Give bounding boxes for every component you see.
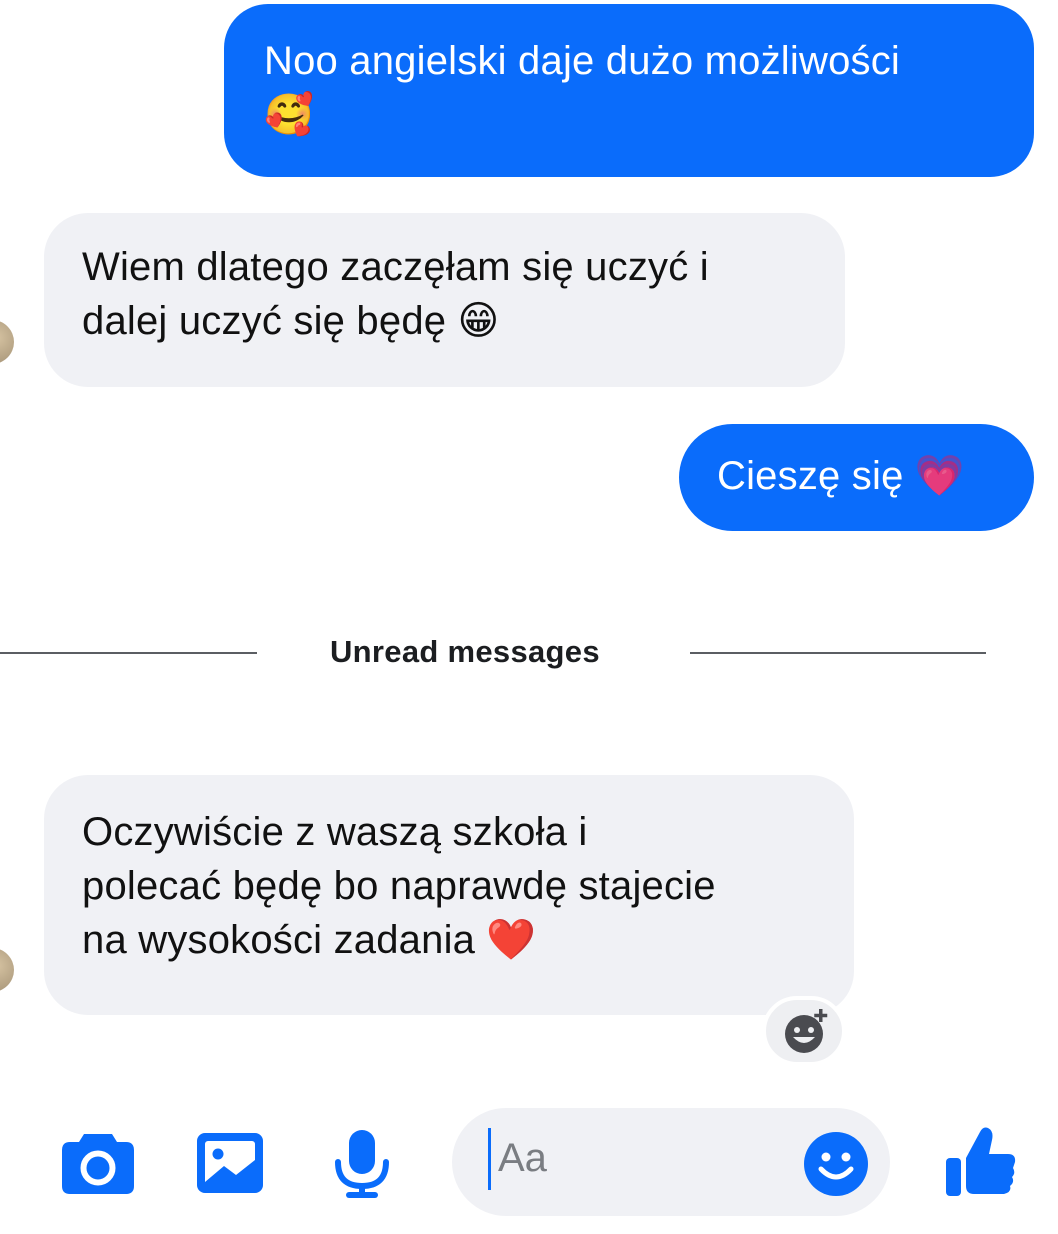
message-text: dalej uczyć się będę 😁 bbox=[82, 299, 500, 343]
add-reaction-icon bbox=[785, 1009, 828, 1053]
like-button[interactable] bbox=[944, 1124, 1018, 1205]
message-bubble-outgoing[interactable]: Noo angielski daje dużo możliwości 🥰 bbox=[224, 4, 1034, 177]
gallery-button[interactable] bbox=[194, 1130, 266, 1201]
avatar[interactable] bbox=[0, 320, 14, 364]
emoji-button[interactable] bbox=[802, 1130, 870, 1203]
message-text: polecać będę bo naprawdę stajecie bbox=[82, 864, 716, 908]
text-caret bbox=[488, 1128, 491, 1190]
smiley-icon bbox=[804, 1132, 868, 1196]
divider-line bbox=[0, 652, 257, 654]
thumbs-up-icon bbox=[946, 1127, 1016, 1196]
camera-button[interactable] bbox=[60, 1130, 136, 1201]
message-text: Cieszę się 💗 bbox=[717, 454, 965, 498]
message-text: na wysokości zadania ❤️ bbox=[82, 918, 537, 962]
message-input-placeholder: Aa bbox=[498, 1136, 547, 1180]
message-text: Wiem dlatego zaczęłam się uczyć i bbox=[82, 245, 709, 289]
message-bubble-incoming[interactable]: Wiem dlatego zaczęłam się uczyć i dalej … bbox=[44, 213, 845, 387]
microphone-button[interactable] bbox=[330, 1128, 394, 1205]
microphone-icon bbox=[335, 1130, 389, 1198]
image-icon bbox=[197, 1133, 263, 1193]
camera-icon bbox=[62, 1134, 134, 1194]
message-text: Oczywiście z waszą szkoła i bbox=[82, 810, 588, 854]
avatar[interactable] bbox=[0, 948, 14, 992]
unread-divider-label: Unread messages bbox=[330, 634, 600, 669]
message-text: 🥰 bbox=[264, 93, 315, 137]
message-text: Noo angielski daje dużo możliwości bbox=[264, 39, 900, 83]
divider-line bbox=[690, 652, 986, 654]
add-reaction-button[interactable] bbox=[762, 996, 846, 1066]
message-bubble-outgoing[interactable]: Cieszę się 💗 bbox=[679, 424, 1034, 531]
message-bubble-incoming[interactable]: Oczywiście z waszą szkoła i polecać będę… bbox=[44, 775, 854, 1015]
